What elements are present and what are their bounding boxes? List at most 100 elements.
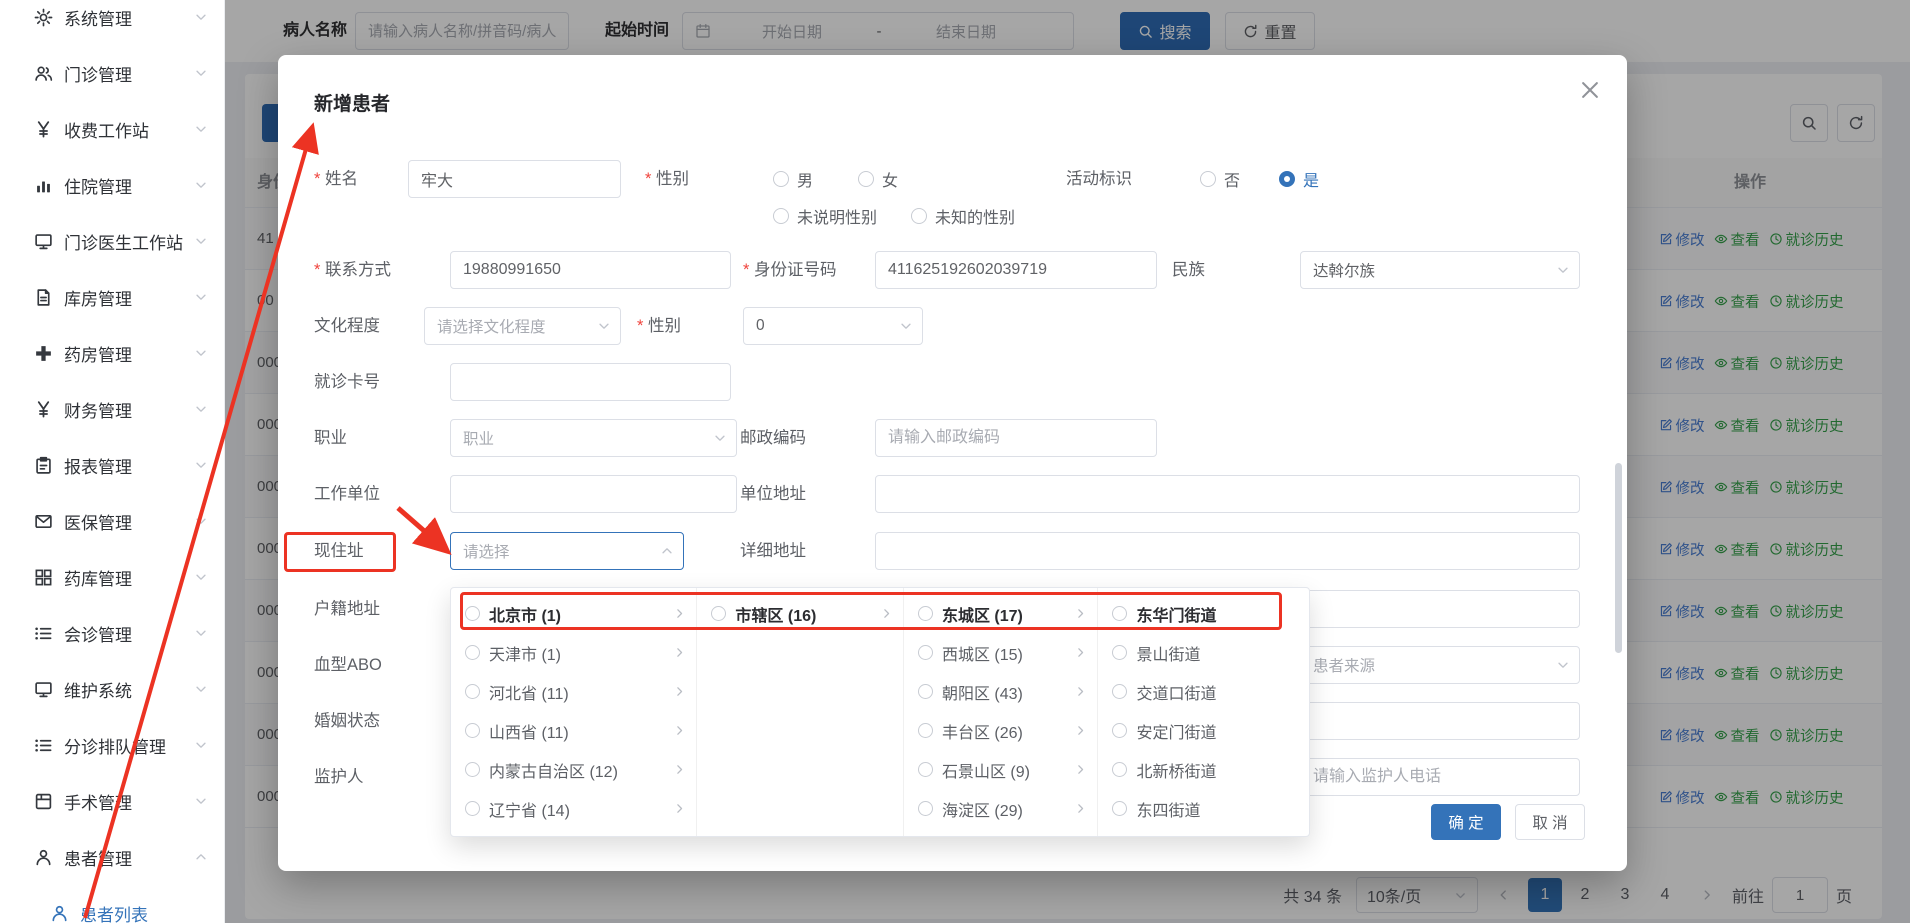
cascader-option[interactable]: 东四街道 [1098,789,1309,828]
cascader-option[interactable]: 西城区 (15) [904,633,1098,672]
cascader-option[interactable]: 石景山区 (9) [904,750,1098,789]
radio-icon[interactable] [1112,645,1127,660]
sidebar-item[interactable]: 药房管理 [0,325,224,381]
sidebar-item[interactable]: 系统管理 [0,0,224,45]
radio-icon[interactable] [1112,606,1127,621]
cascader-option[interactable]: 东城区 (17) [904,594,1098,633]
chevron-down-icon [1556,658,1570,672]
ethnicity-label: 民族 [1172,251,1205,289]
radio-activity-yes[interactable]: 是 [1279,160,1319,198]
ethnicity-select[interactable]: 达斡尔族 [1300,251,1580,289]
radio-icon[interactable] [1112,723,1127,738]
household-right-input[interactable] [1300,590,1580,628]
radio-male[interactable]: 男 [773,160,813,198]
radio-icon[interactable] [1112,684,1127,699]
cancel-button[interactable]: 取 消 [1515,804,1585,840]
radio-icon[interactable] [918,801,933,816]
cascader-option[interactable]: 内蒙古自治区 (12) [451,750,696,789]
radio-icon[interactable] [918,606,933,621]
cascader-option[interactable]: 市辖区 (16) [697,594,903,633]
detail-address-input[interactable] [875,532,1580,570]
unit-address-label: 单位地址 [740,475,806,513]
cascader-option[interactable]: 安定门街道 [1098,711,1309,750]
sidebar-item[interactable]: 维护系统 [0,661,224,717]
name-input[interactable] [408,160,621,198]
radio-activity-no[interactable]: 否 [1200,160,1240,198]
cascader-option[interactable]: 北新桥街道 [1098,750,1309,789]
blood-type-label: 血型ABO [314,646,382,684]
postal-code-input[interactable] [875,419,1157,457]
chevron-right-icon [1074,763,1087,776]
radio-icon[interactable] [465,723,480,738]
cascader-option[interactable]: 海淀区 (29) [904,789,1098,828]
gender2-select[interactable]: 0 [743,307,923,345]
radio-icon[interactable] [918,645,933,660]
cascader-option[interactable]: 山西省 (11) [451,711,696,750]
guardian-phone-input[interactable] [1300,758,1580,796]
radio-gender-unknown[interactable]: 未知的性别 [911,197,1015,235]
medical-cross-icon [34,344,53,363]
cascader-option[interactable]: 北京市 (1) [451,594,696,633]
radio-female[interactable]: 女 [858,160,898,198]
chevron-down-icon [194,794,208,808]
cascader-option[interactable]: 辽宁省 (14) [451,789,696,828]
visit-card-label: 就诊卡号 [314,363,380,401]
education-label: 文化程度 [314,307,380,345]
cascader-option[interactable]: 东华门街道 [1098,594,1309,633]
radio-icon[interactable] [465,645,480,660]
close-icon[interactable] [1579,79,1601,101]
modal-scrollbar[interactable] [1615,463,1622,653]
sidebar-item[interactable]: 财务管理 [0,381,224,437]
unit-address-input[interactable] [875,475,1580,513]
work-unit-input[interactable] [450,475,737,513]
education-select[interactable]: 请选择文化程度 [424,307,621,345]
guardian-label: 监护人 [314,758,364,796]
radio-icon[interactable] [465,801,480,816]
radio-icon[interactable] [918,762,933,777]
sidebar-item[interactable]: 收费工作站 [0,101,224,157]
sidebar-item[interactable]: 住院管理 [0,157,224,213]
occupation-select[interactable]: 职业 [450,419,737,457]
confirm-button[interactable]: 确 定 [1431,804,1501,840]
patient-source-select[interactable]: 患者来源 [1300,646,1580,684]
radio-icon[interactable] [918,684,933,699]
sidebar-menu: 系统管理 门诊管理 收费工作站 住院管理 [0,0,224,885]
sidebar-item[interactable]: 手术管理 [0,773,224,829]
sidebar-item[interactable]: 分诊排队管理 [0,717,224,773]
radio-icon[interactable] [918,723,933,738]
radio-icon[interactable] [1112,762,1127,777]
cascader-option[interactable]: 朝阳区 (43) [904,672,1098,711]
chevron-right-icon [673,685,686,698]
current-address-select[interactable]: 请选择 [450,532,684,570]
radio-icon[interactable] [465,762,480,777]
chevron-down-icon [899,319,913,333]
radio-gender-unstated[interactable]: 未说明性别 [773,197,877,235]
radio-icon[interactable] [465,606,480,621]
cascader-city-column: 市辖区 (16) [697,588,904,836]
cascader-option[interactable]: 丰台区 (26) [904,711,1098,750]
cascader-option[interactable]: 交道口街道 [1098,672,1309,711]
chevron-down-icon [194,570,208,584]
chevron-down-icon [194,178,208,192]
sidebar-item-patient-list[interactable]: 患者列表 [0,885,224,923]
sidebar-item[interactable]: 门诊医生工作站 [0,213,224,269]
sidebar-item[interactable]: 药库管理 [0,549,224,605]
radio-icon[interactable] [711,606,726,621]
cascader-option[interactable]: 河北省 (11) [451,672,696,711]
radio-icon[interactable] [465,684,480,699]
sidebar-item[interactable]: 库房管理 [0,269,224,325]
sidebar-item[interactable]: 医保管理 [0,493,224,549]
visit-card-input[interactable] [450,363,731,401]
sidebar-item[interactable]: 报表管理 [0,437,224,493]
sidebar-item[interactable]: 门诊管理 [0,45,224,101]
chevron-right-icon [1074,685,1087,698]
sidebar-item[interactable]: 患者管理 [0,829,224,885]
sidebar-item[interactable]: 会诊管理 [0,605,224,661]
gear-icon [34,8,53,27]
marital-right-input[interactable] [1300,702,1580,740]
id-number-input[interactable] [875,251,1157,289]
cascader-option[interactable]: 景山街道 [1098,633,1309,672]
cascader-option[interactable]: 天津市 (1) [451,633,696,672]
contact-input[interactable] [450,251,731,289]
radio-icon[interactable] [1112,801,1127,816]
